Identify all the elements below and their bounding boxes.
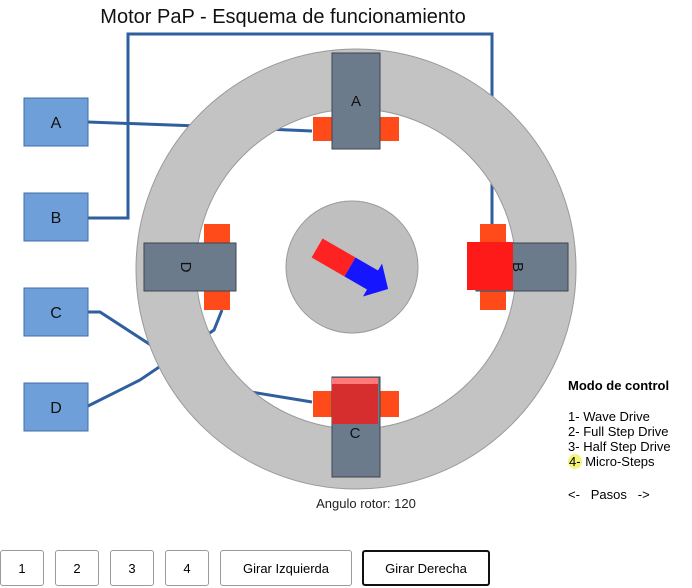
mode-option-4-num: 4- (568, 454, 582, 469)
coil-box-c: C (23, 287, 89, 337)
coil-label-c: C (50, 305, 62, 322)
tooth-top-left (313, 117, 333, 141)
pole-bottom-label: C (350, 425, 361, 442)
tooth-left-top (204, 224, 230, 244)
mode-option-2[interactable]: 2- Full Step Drive (568, 424, 692, 439)
mode-option-2-num: 2- (568, 424, 580, 439)
tooth-right-bottom (480, 290, 506, 310)
coil-box-b: B (23, 192, 89, 242)
tooth-bottom-left (313, 391, 333, 417)
rotate-left-button[interactable]: Girar Izquierda (220, 550, 352, 586)
pole-left-label: D (177, 262, 194, 273)
pole-right-label: B (509, 262, 526, 272)
rotor-angle-readout: Angulo rotor: 120 (316, 496, 416, 511)
tooth-left-bottom (204, 290, 230, 310)
coil-box-a: A (23, 97, 89, 147)
control-panel-title: Modo de control (568, 378, 670, 393)
mode-option-4[interactable]: 4- Micro-Steps (568, 454, 692, 469)
mode-option-3[interactable]: 3- Half Step Drive (568, 439, 692, 454)
tooth-top-right (379, 117, 399, 141)
mode-4-button[interactable]: 4 (165, 550, 209, 586)
mode-option-3-label: Half Step Drive (583, 439, 671, 454)
coil-c-energized (332, 384, 378, 424)
steps-prev-button[interactable]: <- (568, 487, 580, 502)
mode-option-3-num: 3- (568, 439, 580, 454)
coil-c-energized-top (332, 378, 378, 384)
mode-option-4-label: Micro-Steps (585, 454, 655, 469)
mode-option-1-label: Wave Drive (583, 409, 650, 424)
coil-box-d: D (23, 382, 89, 432)
mode-option-1-num: 1- (568, 409, 580, 424)
tooth-bottom-right (379, 391, 399, 417)
mode-2-button[interactable]: 2 (55, 550, 99, 586)
coil-b-energized (467, 242, 513, 290)
steps-control: <- Pasos -> (568, 487, 692, 502)
steps-next-button[interactable]: -> (638, 487, 650, 502)
steps-label: Pasos (590, 487, 627, 502)
mode-1-button[interactable]: 1 (0, 550, 44, 586)
rotate-right-button[interactable]: Girar Derecha (362, 550, 490, 586)
pole-top-label: A (351, 93, 361, 110)
coil-label-b: B (51, 210, 62, 227)
mode-option-2-label: Full Step Drive (583, 424, 669, 439)
coil-label-d: D (50, 400, 62, 417)
tooth-right-top (480, 224, 506, 244)
mode-option-1[interactable]: 1- Wave Drive (568, 409, 692, 424)
mode-3-button[interactable]: 3 (110, 550, 154, 586)
control-panel: Modo de control 1- Wave Drive 2- Full St… (568, 378, 692, 502)
coil-label-a: A (51, 115, 62, 132)
diagram-title: Motor PaP - Esquema de funcionamiento (100, 6, 465, 28)
